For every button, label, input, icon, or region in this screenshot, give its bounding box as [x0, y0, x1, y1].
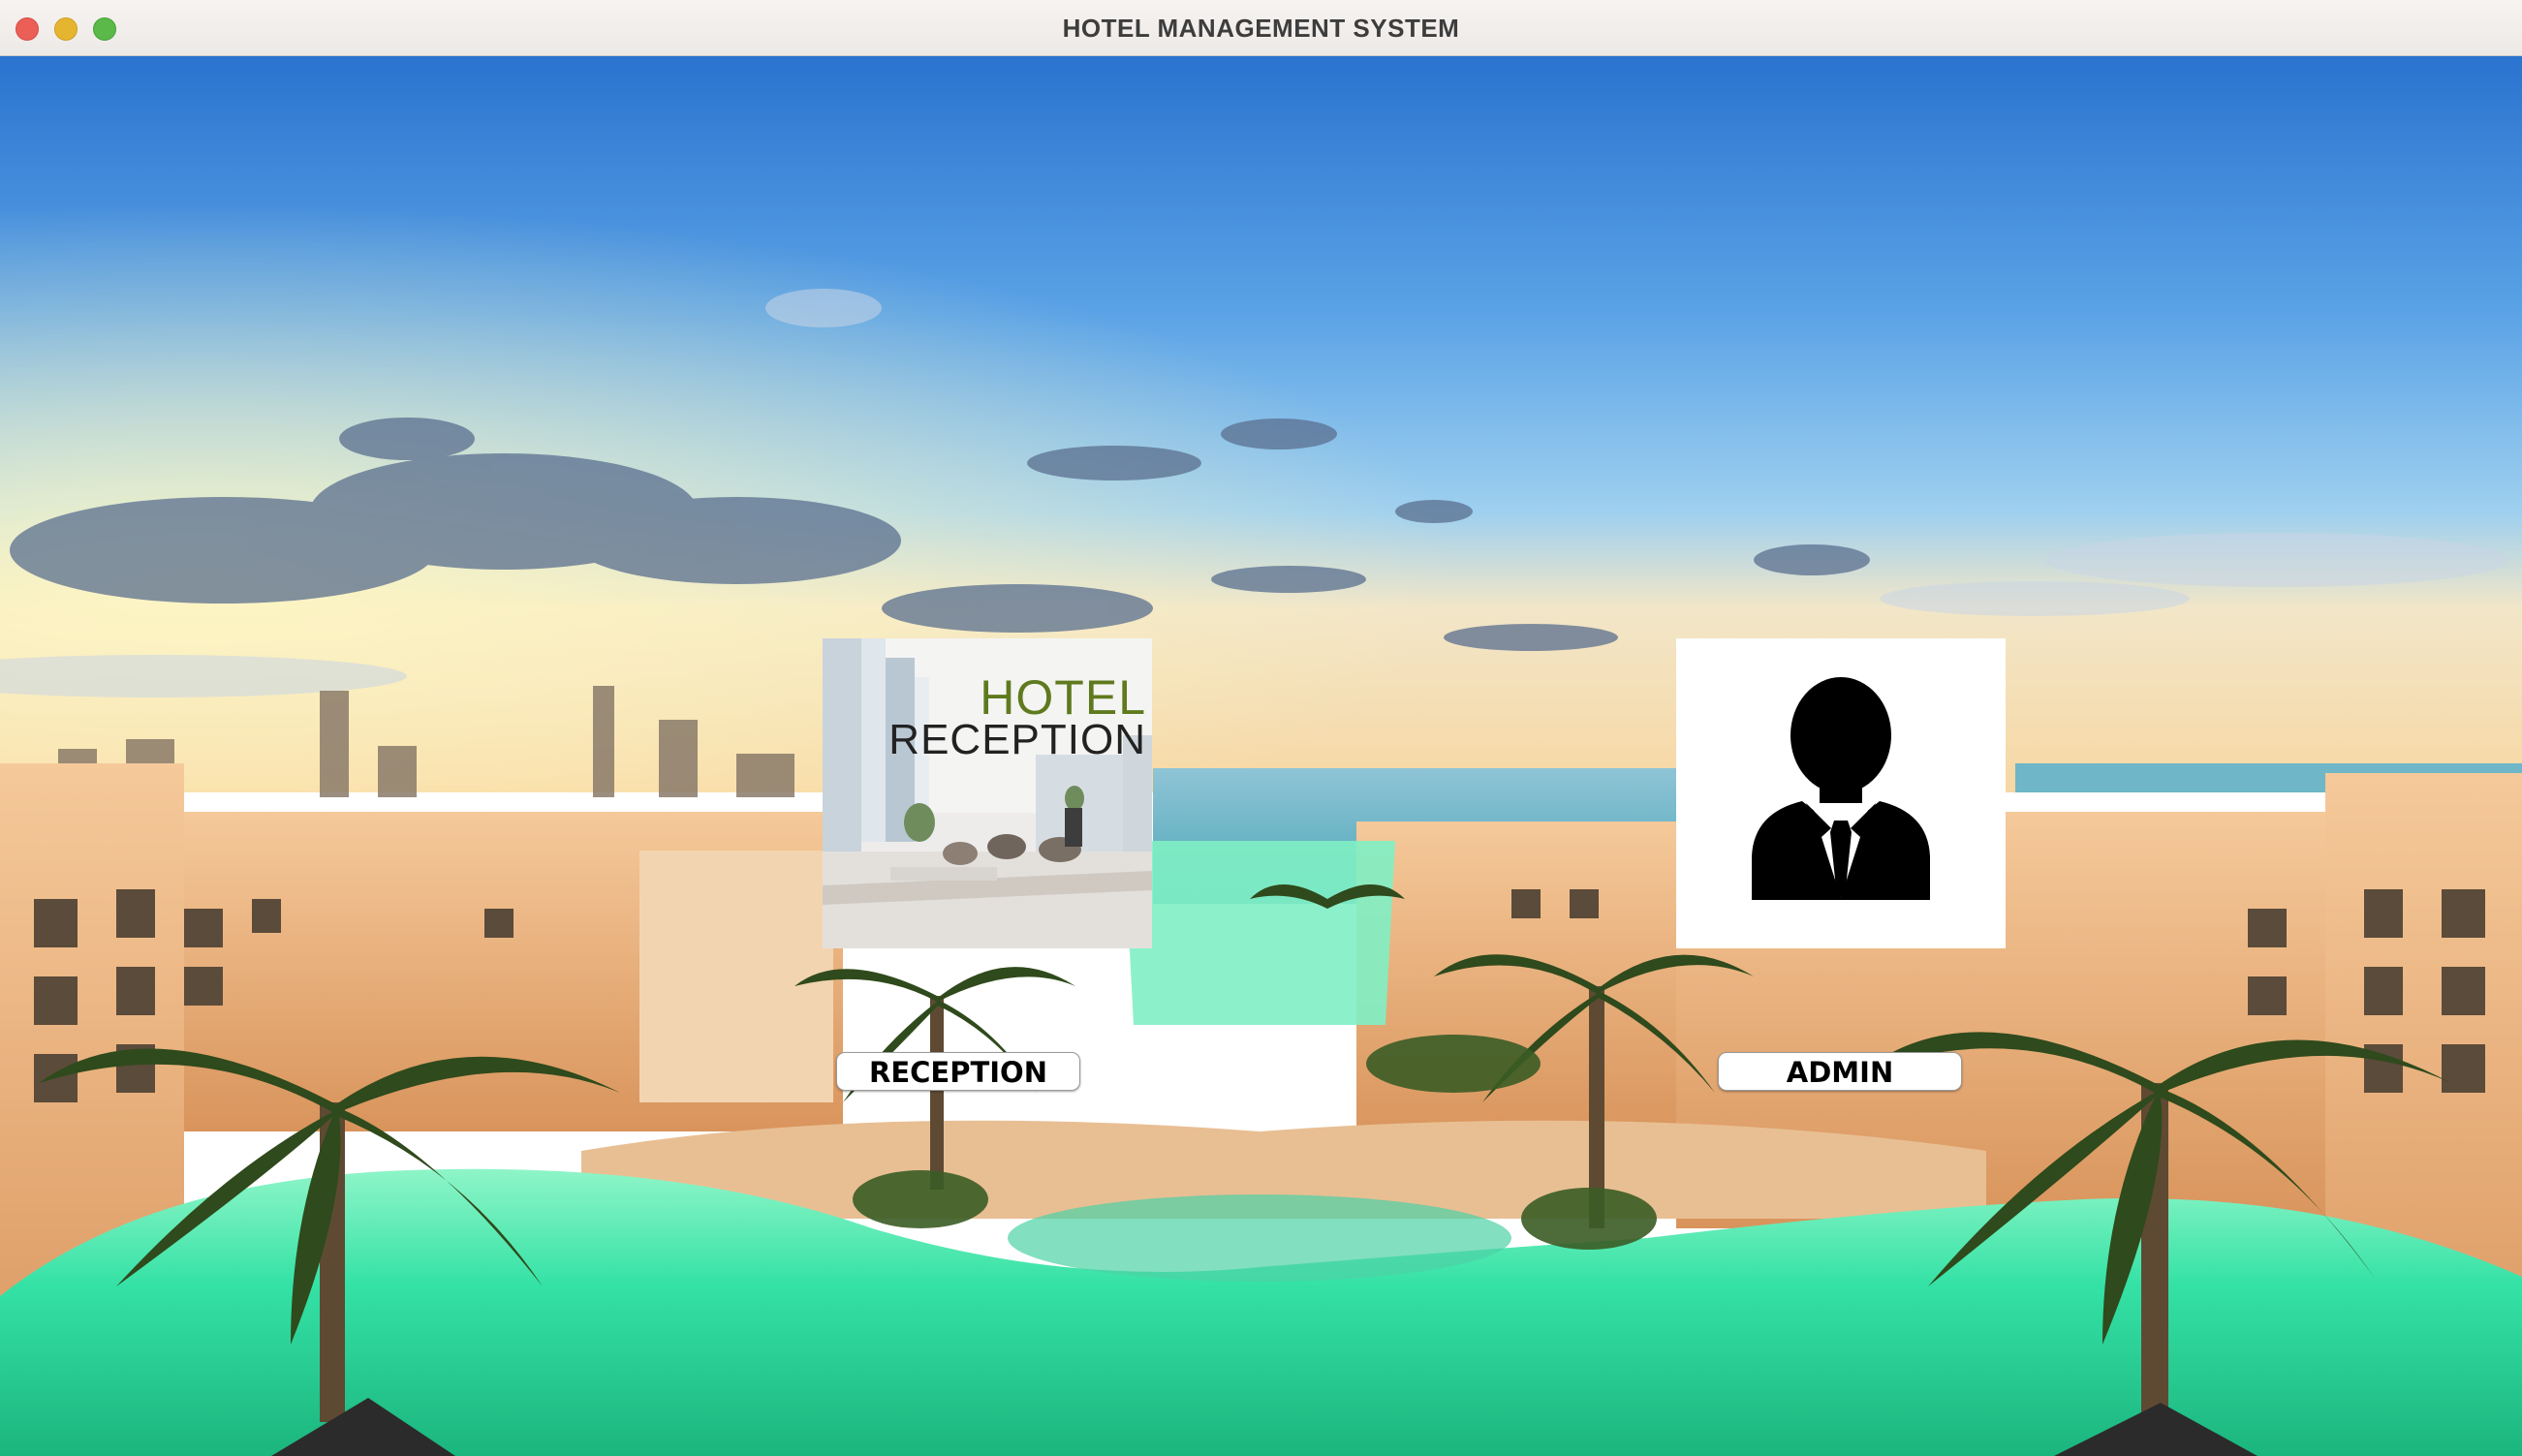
window-title: HOTEL MANAGEMENT SYSTEM: [1062, 14, 1460, 43]
reception-button[interactable]: RECEPTION: [836, 1052, 1080, 1091]
admin-image[interactable]: [1676, 638, 2006, 948]
reception-image[interactable]: HOTEL RECEPTION: [823, 638, 1152, 948]
admin-button[interactable]: ADMIN: [1718, 1052, 1962, 1091]
reception-heading: RECEPTION: [888, 716, 1146, 763]
main-content: HOTEL RECEPTION RECEPTION ADMIN: [0, 56, 2522, 1456]
businessman-avatar-icon: [1676, 638, 2006, 948]
resort-background-image: [0, 56, 2522, 1456]
title-bar: HOTEL MANAGEMENT SYSTEM: [0, 0, 2522, 56]
app-window: HOTEL MANAGEMENT SYSTEM HOTEL RECEPTION …: [0, 0, 2522, 1456]
